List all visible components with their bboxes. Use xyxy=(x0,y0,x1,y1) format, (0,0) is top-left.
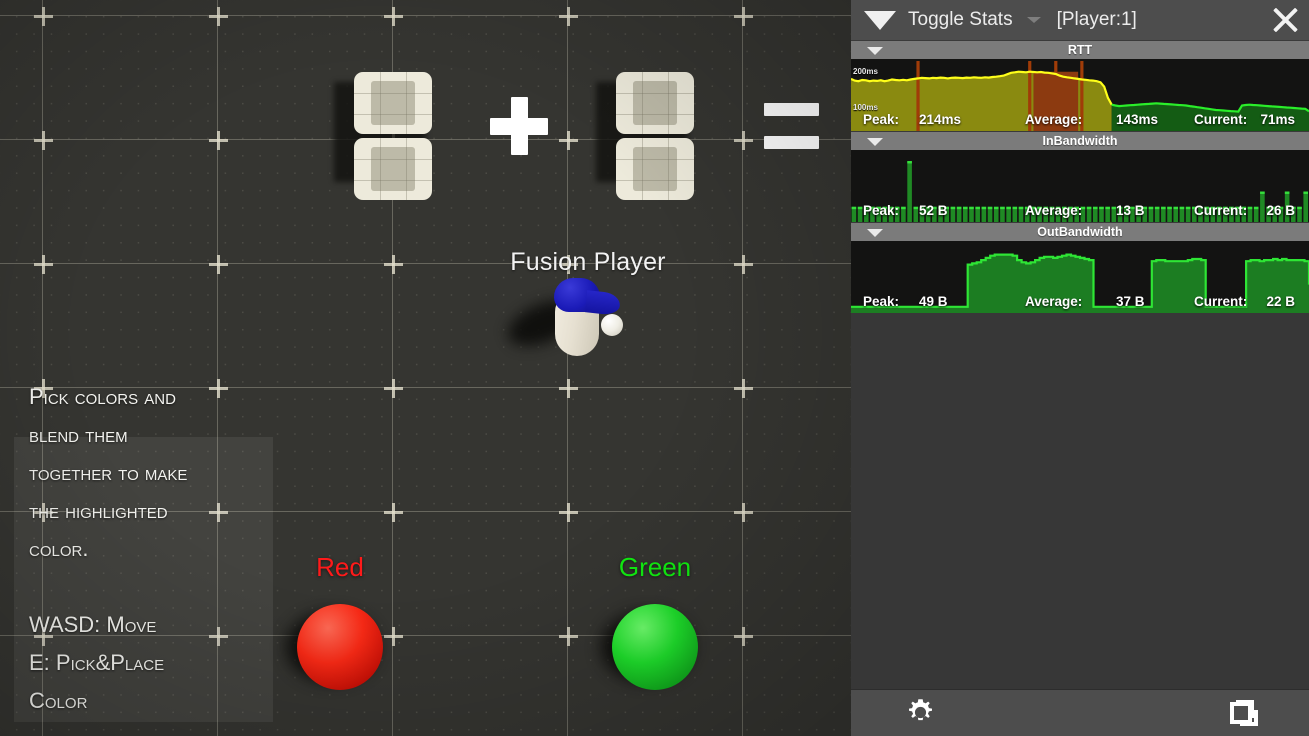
stats-bottom-toolbar xyxy=(851,689,1309,736)
chevron-down-icon[interactable] xyxy=(1026,17,1041,23)
pickup-green[interactable]: Green xyxy=(585,552,725,702)
instructions-text: Pick colors and blend them together to m… xyxy=(29,384,188,713)
inbandwidth-peak-value: 52 B xyxy=(919,202,948,218)
rtt-current-value: 71ms xyxy=(1260,111,1295,127)
inbandwidth-graph: Peak: 52 B Average: 13 B Current: 26 B xyxy=(851,150,1309,222)
equals-operator-icon xyxy=(764,103,819,149)
color-slot-cube-bottom xyxy=(354,138,432,200)
rtt-peak-label: Peak: xyxy=(863,111,900,127)
rtt-graph: 200ms 100ms Peak: 214ms Average: 143ms C… xyxy=(851,59,1309,131)
rtt-axis-label-200: 200ms xyxy=(853,67,878,76)
outbandwidth-peak-label: Peak: xyxy=(863,293,900,309)
color-slot-cube-bottom xyxy=(616,138,694,200)
inbandwidth-summary-row: Peak: 52 B Average: 13 B Current: 26 B xyxy=(851,200,1309,220)
plus-operator-icon xyxy=(490,97,548,155)
section-header-rtt[interactable]: RTT xyxy=(851,40,1309,59)
triangle-down-icon[interactable] xyxy=(864,10,896,30)
section-title-outbandwidth: OutBandwidth xyxy=(1037,225,1123,239)
copy-windows-icon[interactable] xyxy=(1230,698,1262,728)
player-hand-sphere xyxy=(601,314,623,336)
app-root: Fusion Player Red Green Pick colors and … xyxy=(0,0,1309,736)
gear-icon[interactable] xyxy=(904,696,937,729)
player-avatar[interactable]: Fusion Player xyxy=(498,248,678,373)
triangle-down-icon[interactable] xyxy=(867,47,883,55)
inbandwidth-peak-label: Peak: xyxy=(863,202,900,218)
outbandwidth-peak-value: 49 B xyxy=(919,293,948,309)
section-header-inbandwidth[interactable]: InBandwidth xyxy=(851,131,1309,150)
inbandwidth-average-label: Average: xyxy=(1025,202,1083,218)
player-cap-brim xyxy=(584,290,622,316)
section-header-outbandwidth[interactable]: OutBandwidth xyxy=(851,222,1309,241)
pickup-ball-green xyxy=(612,604,698,690)
stats-panel-header: Toggle Stats [Player:1] xyxy=(851,0,1309,40)
rtt-summary-row: Peak: 214ms Average: 143ms Current: 71ms xyxy=(851,109,1309,129)
game-viewport[interactable]: Fusion Player Red Green Pick colors and … xyxy=(0,0,851,736)
outbandwidth-graph: Peak: 49 B Average: 37 B Current: 22 B xyxy=(851,241,1309,313)
section-title-rtt: RTT xyxy=(1067,43,1093,57)
rtt-average-label: Average: xyxy=(1025,111,1083,127)
outbandwidth-average-value: 37 B xyxy=(1116,293,1145,309)
close-icon[interactable] xyxy=(1267,2,1303,38)
outbandwidth-summary-row: Peak: 49 B Average: 37 B Current: 22 B xyxy=(851,291,1309,311)
target-color-slot-a[interactable] xyxy=(334,72,470,200)
rtt-average-value: 143ms xyxy=(1116,111,1159,127)
player-name-label: Fusion Player xyxy=(510,248,666,276)
network-stats-panel: Toggle Stats [Player:1] RTT 200ms 100ms … xyxy=(851,0,1309,736)
target-color-slot-b[interactable] xyxy=(596,72,732,200)
inbandwidth-average-value: 13 B xyxy=(1116,202,1145,218)
triangle-down-icon[interactable] xyxy=(867,229,883,237)
pickup-label-green: Green xyxy=(618,552,692,582)
color-slot-cube-top xyxy=(616,72,694,134)
outbandwidth-current-value: 22 B xyxy=(1266,293,1295,309)
player-id-label: [Player:1] xyxy=(1056,9,1137,30)
rtt-peak-value: 214ms xyxy=(919,111,962,127)
outbandwidth-current-label: Current: xyxy=(1194,293,1248,309)
inbandwidth-current-value: 26 B xyxy=(1266,202,1295,218)
triangle-down-icon[interactable] xyxy=(867,138,883,146)
section-title-inbandwidth: InBandwidth xyxy=(1042,134,1118,148)
outbandwidth-average-label: Average: xyxy=(1025,293,1083,309)
toggle-stats-label[interactable]: Toggle Stats xyxy=(908,9,1013,31)
color-slot-cube-top xyxy=(354,72,432,134)
inbandwidth-current-label: Current: xyxy=(1194,202,1248,218)
rtt-current-label: Current: xyxy=(1194,111,1248,127)
pickup-ball-red xyxy=(297,604,383,690)
